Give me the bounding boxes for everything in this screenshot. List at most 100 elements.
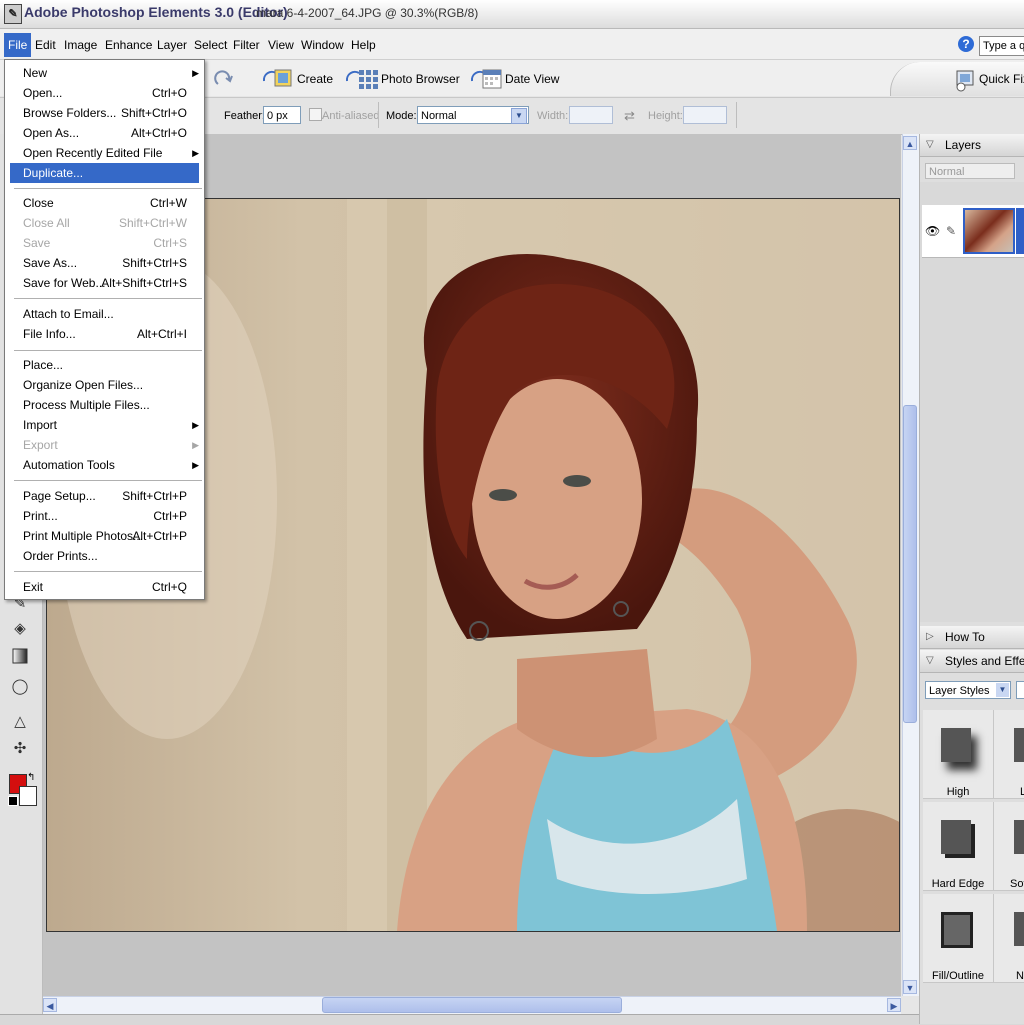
redo-icon[interactable] xyxy=(213,68,235,90)
how-to-palette-header[interactable]: ▷ How To xyxy=(920,626,1024,649)
scroll-right-icon[interactable]: ▶ xyxy=(887,998,901,1012)
style-hard-edge[interactable]: Hard Edge xyxy=(923,802,994,891)
file-menu-item[interactable]: Close Ctrl+W xyxy=(10,193,199,213)
menu-file[interactable]: File xyxy=(4,33,32,57)
styles-filter-select[interactable] xyxy=(1016,681,1024,699)
file-menu-item[interactable]: Print Multiple Photos... Alt+Ctrl+P xyxy=(10,526,199,546)
menu-item-label: Attach to Email... xyxy=(23,307,114,321)
eye-visibility-icon[interactable]: 👁 xyxy=(925,224,940,238)
file-menu-item[interactable]: Process Multiple Files... xyxy=(10,395,199,415)
layers-title: Layers xyxy=(945,138,982,152)
photo-browser-icon[interactable] xyxy=(345,67,379,91)
file-menu-item[interactable]: Print... Ctrl+P xyxy=(10,506,199,526)
paint-bucket-icon[interactable]: ◈ xyxy=(10,619,30,639)
menu-select[interactable]: Select xyxy=(194,38,227,52)
sharpen-tool-icon[interactable]: △ xyxy=(10,712,30,732)
height-input[interactable] xyxy=(683,106,727,124)
menu-item-shortcut: Ctrl+W xyxy=(150,196,187,210)
width-label: Width: xyxy=(537,110,569,122)
photo-browser-button[interactable]: Photo Browser xyxy=(381,72,460,94)
horizontal-scroll-thumb[interactable] xyxy=(322,997,622,1013)
help-search-input[interactable]: Type a qu xyxy=(979,36,1024,56)
scroll-up-icon[interactable]: ▲ xyxy=(903,136,917,150)
create-icon[interactable] xyxy=(262,67,294,91)
menu-item-label: Order Prints... xyxy=(23,549,98,563)
help-icon[interactable]: ? xyxy=(958,36,974,52)
collapse-arrow-icon: ▽ xyxy=(926,139,934,150)
gradient-tool-icon[interactable] xyxy=(10,647,30,667)
file-menu-item[interactable]: Automation Tools ▶ xyxy=(10,455,199,475)
menu-window[interactable]: Window xyxy=(301,38,344,52)
file-menu-item[interactable]: Exit Ctrl+Q xyxy=(10,577,199,597)
layer-thumbnail[interactable] xyxy=(963,208,1015,254)
swap-colors-icon[interactable]: ↰ xyxy=(27,772,35,783)
quick-fix-icon[interactable] xyxy=(953,68,977,92)
background-color-swatch[interactable] xyxy=(19,786,37,806)
collapse-arrow-icon: ▽ xyxy=(926,655,934,666)
style-label: L xyxy=(1019,786,1024,798)
menu-item-label: Save As... xyxy=(23,256,78,270)
file-menu-item[interactable]: File Info... Alt+Ctrl+I xyxy=(10,324,199,344)
scroll-left-icon[interactable]: ◀ xyxy=(43,998,57,1012)
styles-palette-header[interactable]: ▽ Styles and Effects xyxy=(920,650,1024,673)
quick-fix-label[interactable]: Quick Fix xyxy=(979,72,1024,86)
file-menu-item[interactable]: Organize Open Files... xyxy=(10,375,199,395)
file-menu-item[interactable]: Save As... Shift+Ctrl+S xyxy=(10,253,199,273)
menu-view[interactable]: View xyxy=(268,38,294,52)
file-menu-item[interactable]: New ▶ xyxy=(10,63,199,83)
menu-filter[interactable]: Filter xyxy=(233,38,260,52)
style-high[interactable]: High xyxy=(923,710,994,799)
style-partial[interactable]: L xyxy=(994,710,1024,799)
shape-tool-icon[interactable]: ◯ xyxy=(10,677,30,697)
style-partial[interactable]: Sof xyxy=(994,802,1024,891)
default-colors-icon[interactable] xyxy=(8,796,18,806)
style-label: Sof xyxy=(1010,878,1024,890)
feather-input[interactable]: 0 px xyxy=(263,106,301,124)
file-menu-item[interactable]: Open... Ctrl+O xyxy=(10,83,199,103)
style-preview xyxy=(1014,912,1024,946)
file-menu-item[interactable]: Duplicate... xyxy=(10,163,199,183)
menu-item-shortcut: Ctrl+S xyxy=(153,236,187,250)
anti-aliased-label: Anti-aliased xyxy=(322,110,380,122)
layer-name-selected[interactable] xyxy=(1016,208,1024,254)
styles-category-select[interactable]: Layer Styles ▼ xyxy=(925,681,1011,699)
menu-item-shortcut: Shift+Ctrl+P xyxy=(122,489,187,503)
menu-image[interactable]: Image xyxy=(64,38,97,52)
style-fill-outline[interactable]: Fill/Outline xyxy=(923,894,994,983)
file-menu-item[interactable]: Order Prints... xyxy=(10,546,199,566)
file-menu-item[interactable]: Open As... Alt+Ctrl+O xyxy=(10,123,199,143)
width-input[interactable] xyxy=(569,106,613,124)
menu-item-shortcut: Shift+Ctrl+O xyxy=(120,106,187,120)
file-menu-item[interactable]: Place... xyxy=(10,355,199,375)
layers-palette-header[interactable]: ▽ Layers xyxy=(920,134,1024,157)
file-menu-item[interactable]: Browse Folders... Shift+Ctrl+O xyxy=(10,103,199,123)
date-view-icon[interactable] xyxy=(470,67,504,91)
menu-edit[interactable]: Edit xyxy=(35,38,56,52)
swap-icon[interactable]: ⇄ xyxy=(624,108,635,124)
file-menu-item[interactable]: Attach to Email... xyxy=(10,304,199,324)
file-menu-item[interactable]: Save for Web... Alt+Shift+Ctrl+S xyxy=(10,273,199,293)
blend-mode-select[interactable]: Normal xyxy=(925,163,1015,179)
file-menu-item[interactable]: Page Setup... Shift+Ctrl+P xyxy=(10,486,199,506)
menu-layer[interactable]: Layer xyxy=(157,38,187,52)
menu-help[interactable]: Help xyxy=(351,38,376,52)
mode-select[interactable]: Normal ▼ xyxy=(417,106,529,124)
options-divider xyxy=(736,102,737,128)
height-label: Height: xyxy=(648,110,683,122)
app-title: Adobe Photoshop Elements 3.0 (Editor) xyxy=(24,4,288,20)
file-menu-item[interactable]: Import ▶ xyxy=(10,415,199,435)
style-preview xyxy=(941,912,973,948)
document-title: mara 6-4-2007_64.JPG @ 30.3%(RGB/8) xyxy=(256,6,479,20)
sponge-tool-icon[interactable]: ✣ xyxy=(10,739,30,759)
date-view-button[interactable]: Date View xyxy=(505,72,559,94)
menu-item-shortcut: Shift+Ctrl+S xyxy=(122,256,187,270)
create-button[interactable]: Create xyxy=(297,72,333,94)
vertical-scroll-thumb[interactable] xyxy=(903,405,917,723)
anti-aliased-checkbox[interactable] xyxy=(309,108,322,121)
scroll-down-icon[interactable]: ▼ xyxy=(903,980,917,994)
menu-enhance[interactable]: Enhance xyxy=(105,38,152,52)
menu-item-label: Automation Tools xyxy=(23,458,115,472)
style-partial[interactable]: N xyxy=(994,894,1024,983)
mode-label: Mode: xyxy=(386,110,417,122)
file-menu-item[interactable]: Open Recently Edited File ▶ xyxy=(10,143,199,163)
